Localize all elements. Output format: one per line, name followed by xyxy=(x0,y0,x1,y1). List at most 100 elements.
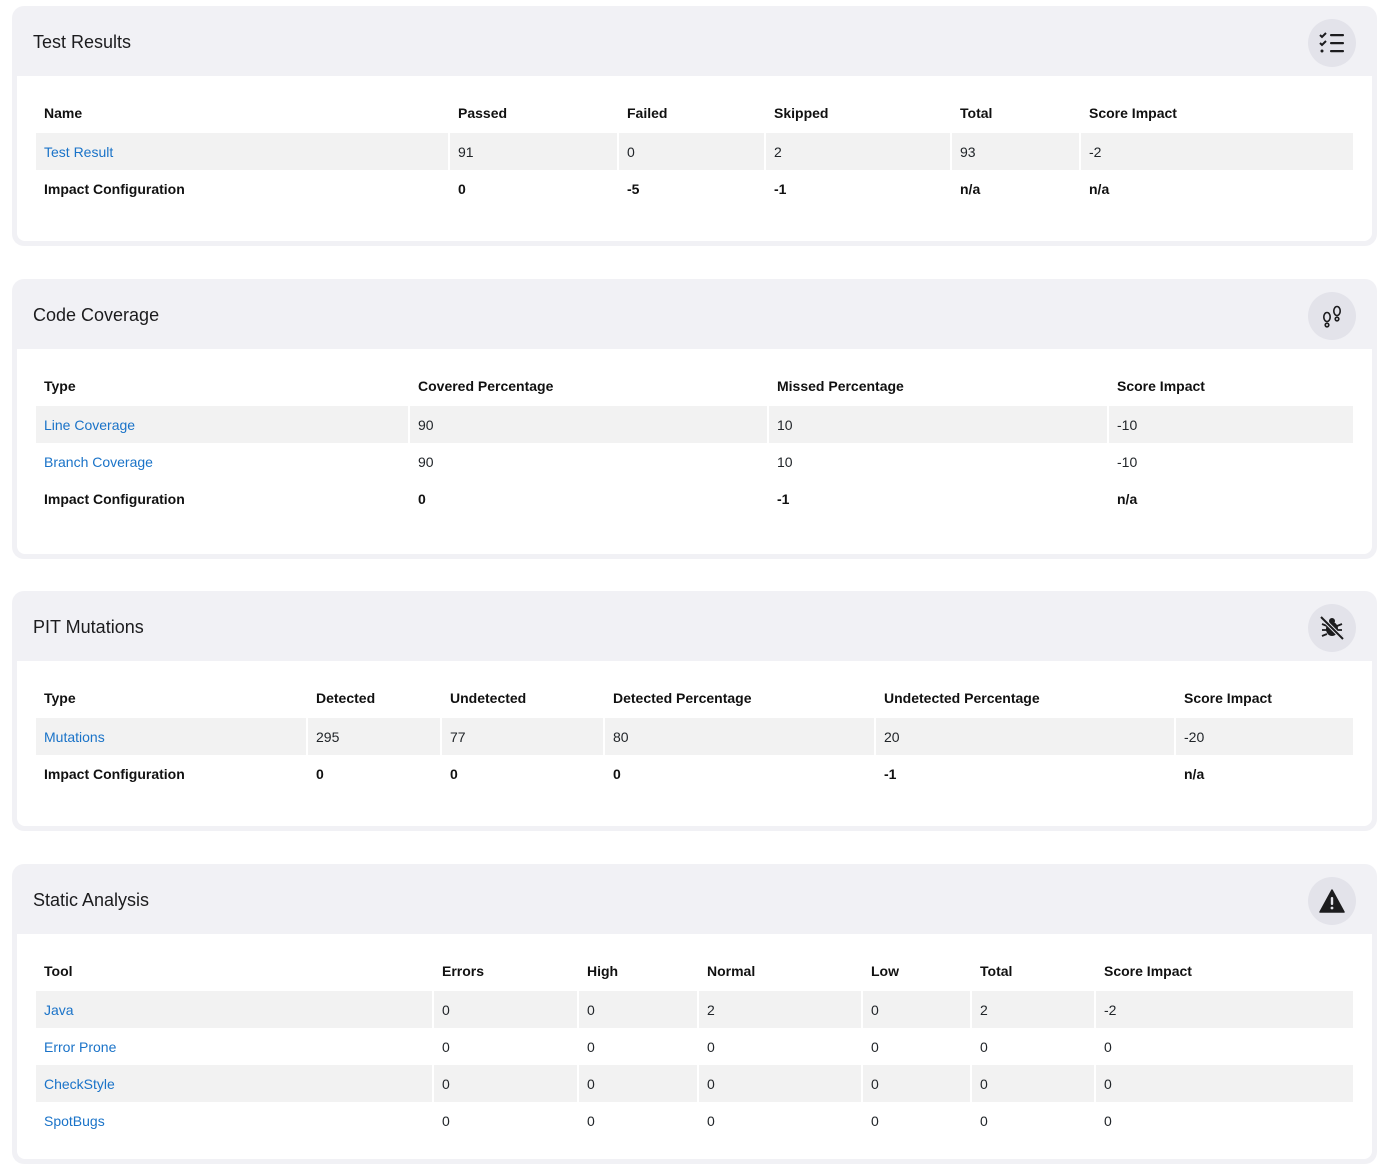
table-cell: n/a xyxy=(1089,180,1110,197)
column-header: Undetected xyxy=(450,690,527,706)
checklist-icon xyxy=(1308,19,1356,67)
table-cell: 295 xyxy=(308,718,440,755)
error-prone-link[interactable]: Error Prone xyxy=(36,1028,432,1065)
table-row: Branch Coverage 90 10 -10 xyxy=(36,443,1353,480)
column-header: Type xyxy=(44,378,76,394)
table-cell: 0 xyxy=(579,1065,697,1102)
table-cell: 0 xyxy=(1096,1065,1353,1102)
column-header: Detected xyxy=(316,690,376,706)
column-header: Covered Percentage xyxy=(418,378,554,394)
table-cell: n/a xyxy=(1184,765,1205,782)
table-cell: 0 xyxy=(863,1065,970,1102)
table-cell: 0 xyxy=(442,1038,450,1055)
table-header-row: Type Detected Undetected Detected Percen… xyxy=(36,678,1353,718)
table-row: Test Result 91 0 2 93 -2 xyxy=(36,133,1353,170)
table-cell: 0 xyxy=(871,1112,879,1129)
table-cell: n/a xyxy=(1117,490,1138,507)
table-cell: 10 xyxy=(769,406,1107,443)
table-cell: -10 xyxy=(1117,453,1138,470)
column-header: Score Impact xyxy=(1104,963,1192,979)
table-cell: 0 xyxy=(699,1065,861,1102)
mutations-link[interactable]: Mutations xyxy=(36,718,306,755)
table-cell: -1 xyxy=(777,490,790,507)
table-cell: 10 xyxy=(777,453,793,470)
column-header: Tool xyxy=(44,963,73,979)
table-row: Mutations 295 77 80 20 -20 xyxy=(36,718,1353,755)
static-analysis-table: Tool Errors High Normal Low Total Score … xyxy=(34,951,1355,1139)
pit-mutations-table: Type Detected Undetected Detected Percen… xyxy=(34,678,1355,792)
table-cell: 80 xyxy=(605,718,874,755)
test-results-card: Test Results Name Passed Failed Skipped … xyxy=(12,6,1377,246)
table-cell: 0 xyxy=(707,1038,715,1055)
table-cell: -2 xyxy=(1096,991,1353,1028)
column-header: High xyxy=(587,963,619,979)
table-cell: -1 xyxy=(774,180,787,197)
static-analysis-body: Tool Errors High Normal Low Total Score … xyxy=(17,934,1372,1159)
table-cell: 0 xyxy=(587,1038,595,1055)
column-header: Normal xyxy=(707,963,756,979)
test-results-title: Test Results xyxy=(33,32,132,52)
column-header: Failed xyxy=(627,105,668,121)
table-cell: 2 xyxy=(972,991,1094,1028)
column-header: Missed Percentage xyxy=(777,378,904,394)
table-cell: Impact Configuration xyxy=(44,180,185,197)
table-cell: -10 xyxy=(1109,406,1353,443)
table-cell: 0 xyxy=(442,1112,450,1129)
test-results-header: Test Results xyxy=(12,6,1377,76)
table-cell: -5 xyxy=(627,180,640,197)
branch-coverage-link[interactable]: Branch Coverage xyxy=(36,443,408,480)
column-header: Undetected Percentage xyxy=(884,690,1040,706)
table-row: SpotBugs 0 0 0 0 0 0 xyxy=(36,1102,1353,1139)
table-header-row: Name Passed Failed Skipped Total Score I… xyxy=(36,93,1353,133)
table-header-row: Type Covered Percentage Missed Percentag… xyxy=(36,366,1353,406)
column-header: Score Impact xyxy=(1184,690,1272,706)
impact-configuration-row: Impact Configuration 0 -1 n/a xyxy=(36,480,1353,517)
column-header: Skipped xyxy=(774,105,829,121)
test-result-link[interactable]: Test Result xyxy=(36,133,448,170)
table-row: CheckStyle 0 0 0 0 0 0 xyxy=(36,1065,1353,1102)
static-analysis-header: Static Analysis xyxy=(12,864,1377,934)
table-cell: 0 xyxy=(613,765,621,782)
table-cell: 0 xyxy=(972,1065,1094,1102)
line-coverage-link[interactable]: Line Coverage xyxy=(36,406,408,443)
code-coverage-table: Type Covered Percentage Missed Percentag… xyxy=(34,366,1355,517)
table-cell: 77 xyxy=(442,718,603,755)
table-cell: 0 xyxy=(418,490,426,507)
spotbugs-link[interactable]: SpotBugs xyxy=(36,1102,432,1139)
bug-off-icon xyxy=(1308,604,1356,652)
table-row: Error Prone 0 0 0 0 0 0 xyxy=(36,1028,1353,1065)
table-cell: -20 xyxy=(1176,718,1353,755)
column-header: Detected Percentage xyxy=(613,690,752,706)
code-coverage-card: Code Coverage Type Covered Percentage Mi… xyxy=(12,279,1377,559)
table-cell: 0 xyxy=(619,133,764,170)
table-cell: 0 xyxy=(587,1112,595,1129)
table-cell: 0 xyxy=(434,991,577,1028)
table-cell: Impact Configuration xyxy=(44,490,185,507)
table-cell: 0 xyxy=(863,991,970,1028)
test-results-body: Name Passed Failed Skipped Total Score I… xyxy=(17,76,1372,241)
column-header: Errors xyxy=(442,963,485,979)
test-results-table: Name Passed Failed Skipped Total Score I… xyxy=(34,93,1355,207)
column-header: Score Impact xyxy=(1117,378,1205,394)
table-header-row: Tool Errors High Normal Low Total Score … xyxy=(36,951,1353,991)
pit-mutations-title: PIT Mutations xyxy=(33,617,144,637)
static-analysis-title: Static Analysis xyxy=(33,890,150,910)
table-cell: 90 xyxy=(410,406,767,443)
table-cell: 0 xyxy=(458,180,466,197)
table-cell: -1 xyxy=(884,765,897,782)
column-header: Low xyxy=(871,963,899,979)
table-row: Java 0 0 2 0 2 -2 xyxy=(36,991,1353,1028)
checkstyle-link[interactable]: CheckStyle xyxy=(36,1065,432,1102)
table-cell: 0 xyxy=(434,1065,577,1102)
java-link[interactable]: Java xyxy=(36,991,432,1028)
table-row: Line Coverage 90 10 -10 xyxy=(36,406,1353,443)
table-cell: n/a xyxy=(960,180,981,197)
table-cell: 0 xyxy=(579,991,697,1028)
table-cell: 20 xyxy=(876,718,1174,755)
table-cell: 93 xyxy=(952,133,1079,170)
pit-mutations-card: PIT Mutations Type Detected Undetected D… xyxy=(12,591,1377,831)
table-cell: Impact Configuration xyxy=(44,765,185,782)
table-cell: 0 xyxy=(450,765,458,782)
pit-mutations-body: Type Detected Undetected Detected Percen… xyxy=(17,661,1372,826)
pit-mutations-header: PIT Mutations xyxy=(12,591,1377,661)
